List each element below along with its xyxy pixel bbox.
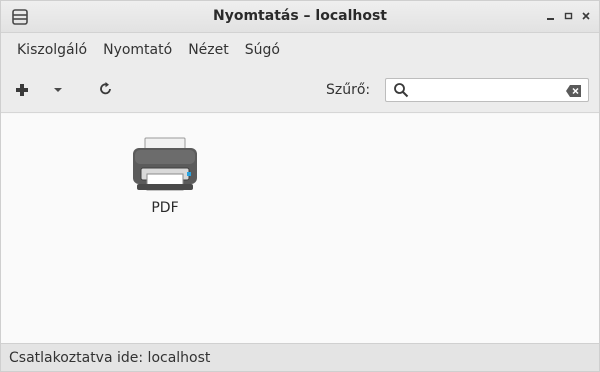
- maximize-icon[interactable]: [563, 10, 575, 22]
- printer-icon: [131, 136, 199, 194]
- clear-icon[interactable]: [565, 83, 583, 97]
- add-icon[interactable]: [13, 81, 31, 99]
- printer-item[interactable]: PDF: [123, 136, 207, 216]
- print-settings-window: Nyomtatás – localhost Kiszolgáló Nyomtat…: [0, 0, 600, 372]
- status-bar: Csatlakoztatva ide: localhost: [1, 343, 599, 371]
- filter-label: Szűrő:: [326, 82, 371, 98]
- menu-view[interactable]: Nézet: [180, 33, 237, 67]
- printer-list: PDF: [1, 114, 599, 343]
- menu-printer[interactable]: Nyomtató: [95, 33, 180, 67]
- minimize-icon[interactable]: [545, 10, 557, 22]
- close-icon[interactable]: [580, 10, 592, 22]
- window-title: Nyomtatás – localhost: [213, 8, 387, 24]
- filter-field[interactable]: [385, 78, 589, 102]
- search-icon: [393, 82, 409, 98]
- menu-server[interactable]: Kiszolgáló: [9, 33, 95, 67]
- title-bar: Nyomtatás – localhost: [1, 1, 599, 33]
- printer-label: PDF: [151, 200, 179, 216]
- menu-help[interactable]: Súgó: [237, 33, 288, 67]
- status-text: Csatlakoztatva ide: localhost: [9, 349, 211, 366]
- toolbar: Szűrő:: [1, 67, 599, 113]
- refresh-icon[interactable]: [97, 80, 115, 98]
- menu-bar: Kiszolgáló Nyomtató Nézet Súgó: [1, 33, 599, 67]
- filter-input[interactable]: [414, 81, 562, 99]
- chevron-down-icon[interactable]: [51, 82, 65, 98]
